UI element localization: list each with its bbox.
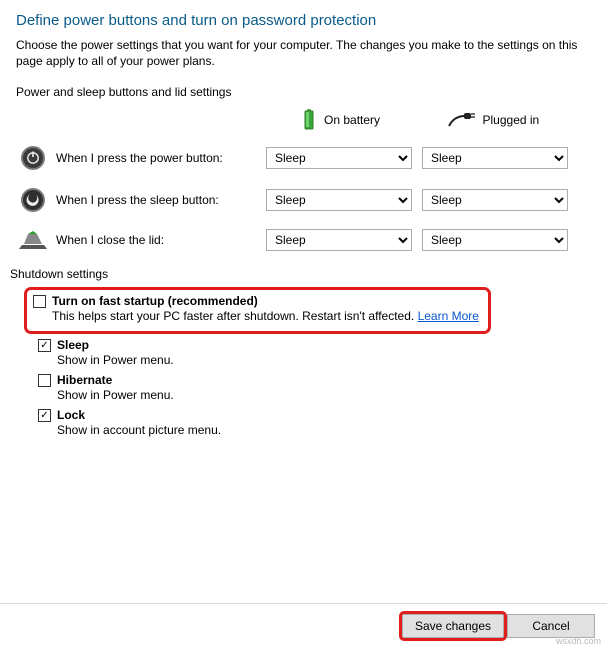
power-plugged-select[interactable]: Sleep [422, 147, 568, 169]
sleep-button-icon [16, 187, 50, 213]
opt-sleep-desc: Show in Power menu. [57, 353, 591, 367]
row-power-button: When I press the power button: Sleep Sle… [16, 145, 591, 171]
shutdown-options: Sleep Show in Power menu. Hibernate Show… [38, 338, 591, 437]
save-button[interactable]: Save changes [402, 614, 504, 638]
battery-icon [302, 109, 316, 131]
opt-lock-desc: Show in account picture menu. [57, 423, 591, 437]
page-description: Choose the power settings that you want … [16, 37, 591, 69]
shutdown-section-label: Shutdown settings [10, 267, 591, 281]
learn-more-link[interactable]: Learn More [418, 309, 479, 323]
row-sleep-button: When I press the sleep button: Sleep Sle… [16, 187, 591, 213]
save-button-highlight: Save changes [402, 614, 504, 638]
row-close-lid: When I close the lid: Sleep Sleep [16, 229, 591, 251]
opt-lock-title: Lock [57, 408, 85, 422]
hibernate-checkbox[interactable] [38, 374, 51, 387]
col-header-battery-label: On battery [324, 113, 380, 127]
fast-startup-desc: This helps start your PC faster after sh… [52, 309, 482, 323]
plug-icon [447, 112, 475, 128]
page-title: Define power buttons and turn on passwor… [16, 12, 591, 29]
row-lid-label: When I close the lid: [50, 233, 266, 247]
lid-battery-select[interactable]: Sleep [266, 229, 412, 251]
sleep-checkbox[interactable] [38, 339, 51, 352]
row-power-label: When I press the power button: [50, 151, 266, 165]
power-battery-select[interactable]: Sleep [266, 147, 412, 169]
footer: Save changes Cancel [0, 603, 607, 648]
col-header-plugged: Plugged in [447, 112, 592, 128]
opt-hibernate-title: Hibernate [57, 373, 112, 387]
lid-icon [16, 229, 50, 251]
opt-sleep-title: Sleep [57, 338, 89, 352]
sleep-plugged-select[interactable]: Sleep [422, 189, 568, 211]
fast-startup-highlight: Turn on fast startup (recommended) This … [24, 287, 491, 334]
column-headers: On battery Plugged in [302, 109, 591, 131]
lid-plugged-select[interactable]: Sleep [422, 229, 568, 251]
sleep-battery-select[interactable]: Sleep [266, 189, 412, 211]
col-header-plugged-label: Plugged in [483, 113, 540, 127]
lock-checkbox[interactable] [38, 409, 51, 422]
opt-hibernate-desc: Show in Power menu. [57, 388, 591, 402]
fast-startup-checkbox[interactable] [33, 295, 46, 308]
power-button-icon [16, 145, 50, 171]
buttons-section-label: Power and sleep buttons and lid settings [16, 85, 591, 99]
col-header-battery: On battery [302, 109, 447, 131]
row-sleep-label: When I press the sleep button: [50, 193, 266, 207]
fast-startup-title: Turn on fast startup (recommended) [52, 294, 258, 308]
cancel-button[interactable]: Cancel [507, 614, 595, 638]
